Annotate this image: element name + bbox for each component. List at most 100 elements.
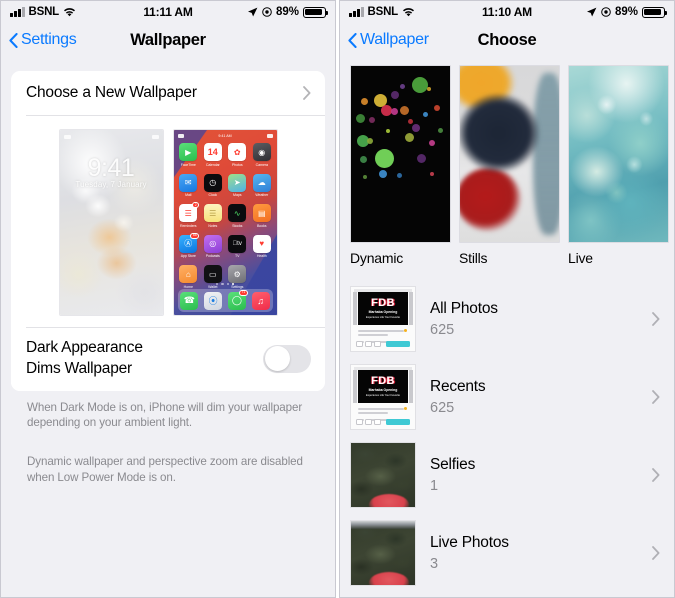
dynamic-bubble xyxy=(438,127,444,133)
notes-icon: ☰ xyxy=(203,204,222,222)
home-app-label: TV xyxy=(235,254,240,258)
category-stills[interactable]: Stills xyxy=(459,65,560,266)
album-row[interactable]: Live Photos 3 xyxy=(340,514,674,592)
camera-icon: ◉ xyxy=(252,143,271,161)
category-live[interactable]: Live xyxy=(568,65,669,266)
home-app-label: Calendar xyxy=(205,162,220,167)
home-app-maps: ➤ Maps xyxy=(228,173,248,197)
home-app-label: Podcasts xyxy=(205,254,220,258)
home-screen-preview[interactable]: 9:41 AM ▶ FaceTime 14 Calendar ✿ Photos ◉ Camer… xyxy=(172,129,278,316)
dynamic-bubble xyxy=(396,173,402,179)
back-button-wallpaper[interactable]: Wallpaper xyxy=(348,31,429,49)
category-dynamic[interactable]: Dynamic xyxy=(350,65,451,266)
back-button-label: Settings xyxy=(21,31,77,48)
chevron-right-icon xyxy=(652,468,660,482)
dynamic-bubble xyxy=(412,124,421,133)
back-button-settings[interactable]: Settings xyxy=(9,31,77,49)
app-store-icon: Ⓐ 68 xyxy=(179,232,200,253)
home-icon-grid: ▶ FaceTime 14 Calendar ✿ Photos ◉ Camera ✉ Mail ◷ C… xyxy=(179,143,272,289)
home-app-label: Reminders xyxy=(180,223,197,228)
dynamic-bubble xyxy=(355,113,365,123)
dynamic-bubble xyxy=(423,111,429,117)
dynamic-bubble xyxy=(429,139,436,146)
album-meta: Selfies 1 xyxy=(416,456,652,494)
chevron-left-icon xyxy=(348,32,357,48)
focus-icon xyxy=(262,7,272,17)
dynamic-wallpaper-art xyxy=(351,66,450,242)
calendar-icon: 14 xyxy=(203,143,222,161)
category-label-live: Live xyxy=(568,250,593,266)
album-title: Recents xyxy=(430,378,486,395)
photo-thumbnail-art xyxy=(351,443,415,507)
settings-icon: ⚙ xyxy=(228,265,247,283)
dynamic-bubble xyxy=(430,171,435,176)
lock-screen-preview[interactable]: 9:41 Tuesday, 7 January xyxy=(58,129,164,316)
settings-content: Choose a New Wallpaper 9:41 Tuesday, 7 J… xyxy=(1,71,335,485)
album-thumbnail xyxy=(350,442,416,508)
page-dot xyxy=(216,282,219,285)
album-thumbnail xyxy=(350,520,416,586)
home-app-mail: ✉ Mail xyxy=(179,173,199,197)
dynamic-bubble xyxy=(362,175,367,180)
dynamic-bubble xyxy=(390,90,399,99)
weather-icon: ☁ xyxy=(252,173,271,192)
dynamic-bubble xyxy=(360,97,368,105)
home-app-label: Stocks xyxy=(232,223,243,228)
dynamic-bubble xyxy=(408,118,414,124)
facetime-icon: ▶ xyxy=(179,143,198,161)
home-app-calendar: 14 Calendar xyxy=(203,143,223,167)
home-preview-status-bar: 9:41 AM xyxy=(174,132,277,139)
dark-appearance-row[interactable]: Dark Appearance Dims Wallpaper xyxy=(11,328,325,391)
app-badge: 68 xyxy=(190,232,200,239)
phone-icon: ☎ xyxy=(180,291,199,310)
dynamic-bubble xyxy=(412,76,429,93)
signal-bars-icon xyxy=(10,7,25,17)
home-app-facetime: ▶ FaceTime xyxy=(179,143,199,167)
album-row[interactable]: Selfies 1 xyxy=(340,436,674,514)
status-time: 11:11 AM xyxy=(143,5,193,19)
podcasts-icon: ◎ xyxy=(203,234,222,253)
home-app-photos: ✿ Photos xyxy=(228,143,248,167)
category-label-stills: Stills xyxy=(459,250,488,266)
category-thumbnail-stills xyxy=(459,65,560,243)
page-dot xyxy=(231,282,234,285)
home-app-label: Wallet xyxy=(208,284,218,289)
dynamic-bubble xyxy=(434,104,441,111)
focus-icon xyxy=(601,7,611,17)
photos-icon: ✿ xyxy=(228,143,247,161)
home-app-label: Settings xyxy=(231,284,244,289)
home-app-notes: ☰ Notes xyxy=(203,204,223,228)
album-count: 1 xyxy=(430,478,439,494)
home-app-label: Health xyxy=(256,254,267,258)
footnote-dark-mode: When Dark Mode is on, iPhone will dim yo… xyxy=(27,400,303,430)
music-icon: ♫ xyxy=(251,291,270,310)
album-count: 3 xyxy=(430,556,439,572)
category-label-dynamic: Dynamic xyxy=(350,250,404,266)
stills-wallpaper-art xyxy=(460,66,559,242)
home-app-label: Maps xyxy=(233,193,242,197)
album-meta: Recents 625 xyxy=(416,378,652,416)
home-app-tv: tvTV xyxy=(228,234,248,258)
home-app-label: Mail xyxy=(185,193,192,197)
album-row[interactable]: FDB Marhaba Opening Experience Life Your F… xyxy=(340,358,674,436)
album-row[interactable]: FDB Marhaba Opening Experience Life Your F… xyxy=(340,280,674,358)
dynamic-bubble xyxy=(399,106,409,116)
books-icon: ▤ xyxy=(252,204,271,222)
home-app-label: Weather xyxy=(255,193,269,197)
home-app-books: ▤ Books xyxy=(252,204,272,228)
wifi-icon xyxy=(402,7,415,17)
chevron-right-icon xyxy=(652,312,660,326)
wallet-icon: ▭ xyxy=(203,265,222,283)
live-wallpaper-art xyxy=(569,66,668,242)
carrier-label: BSNL xyxy=(28,6,60,18)
home-app-reminders: ☰ 2 Reminders xyxy=(179,202,200,228)
dark-appearance-toggle[interactable] xyxy=(263,344,311,373)
dynamic-bubble xyxy=(427,87,432,92)
status-bar: BSNL 11:11 AM 89% xyxy=(1,1,335,23)
album-thumbnail: FDB Marhaba Opening Experience Life Your F… xyxy=(350,364,416,430)
app-badge: 2 xyxy=(192,202,200,209)
status-bar-right: BSNL 11:10 AM 89% xyxy=(340,1,674,23)
home-app-label: FaceTime xyxy=(180,162,196,167)
choose-new-wallpaper-row[interactable]: Choose a New Wallpaper xyxy=(11,71,325,115)
dynamic-bubble xyxy=(378,169,387,178)
